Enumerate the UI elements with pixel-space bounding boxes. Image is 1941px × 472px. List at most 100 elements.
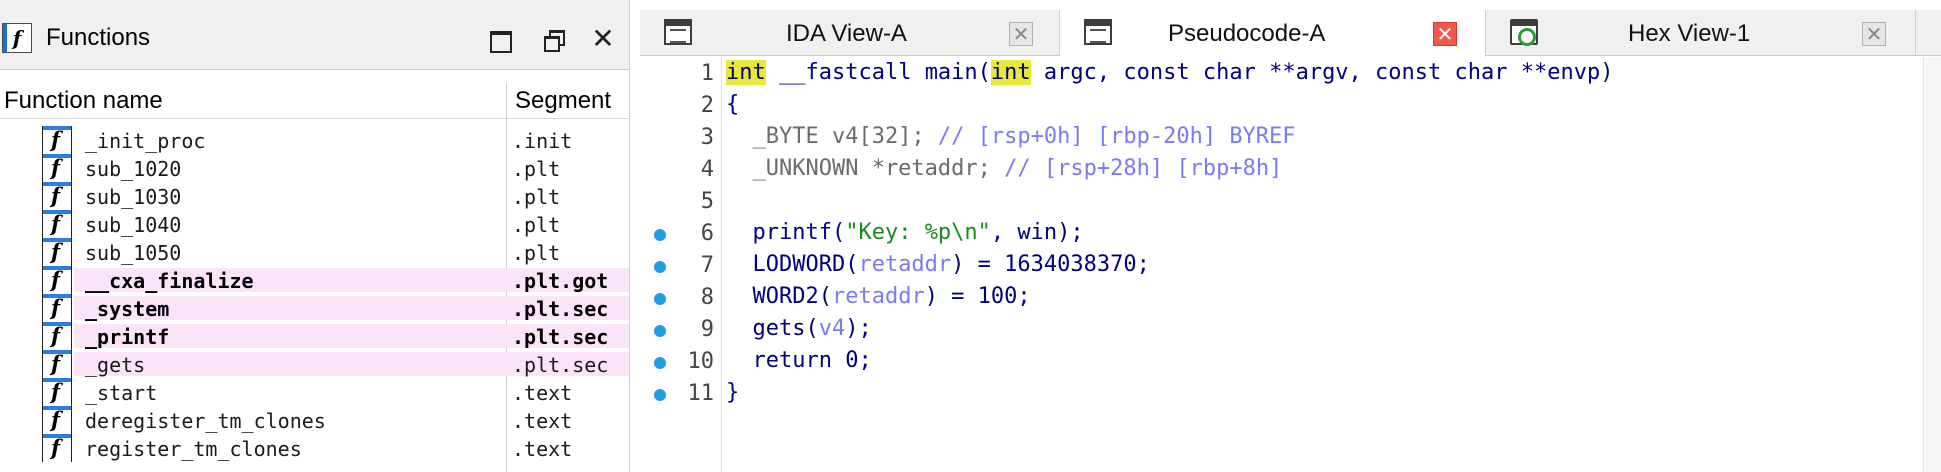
gutter-row[interactable]: 2 <box>640 89 722 121</box>
tab-pseudocode-a[interactable]: Pseudocode-A ✕ <box>1060 10 1486 57</box>
breakpoint-dot-icon[interactable] <box>654 229 666 241</box>
code-token: // [rsp+0h] [rbp-20h] BYREF <box>937 124 1296 149</box>
column-header-function-name[interactable]: Function name <box>4 87 163 115</box>
code-line[interactable]: WORD2(retaddr) = 100; <box>726 281 1030 313</box>
code-token: gets( <box>726 316 819 341</box>
ida-view-icon <box>664 19 692 45</box>
gutter-row[interactable]: 8 <box>640 281 722 313</box>
function-row[interactable]: f sub_1040 .plt <box>0 210 629 238</box>
code-token: ); <box>845 316 872 341</box>
function-name: __cxa_finalize <box>85 269 254 293</box>
function-segment: .plt.got <box>512 269 609 293</box>
function-row[interactable]: f sub_1050 .plt <box>0 238 629 266</box>
function-name: _start <box>85 381 158 405</box>
tab-ida-view-a[interactable]: IDA View-A ✕ <box>640 10 1060 56</box>
code-token: return 0; <box>726 348 872 373</box>
breakpoint-dot-icon[interactable] <box>654 389 666 401</box>
code-token: v4 <box>818 316 846 341</box>
code-token: _BYTE v4[32]; <box>726 124 938 149</box>
code-line[interactable]: printf("Key: %p\n", win); <box>726 217 1084 249</box>
code-line[interactable]: int __fastcall main(int argc, const char… <box>726 57 1613 89</box>
function-name: _init_proc <box>85 129 206 153</box>
function-row[interactable]: f _gets .plt.sec <box>0 350 629 378</box>
function-icon: f <box>42 182 72 210</box>
function-name: sub_1030 <box>85 185 182 209</box>
function-icon: f <box>42 350 72 378</box>
breakpoint-dot-icon[interactable] <box>654 357 666 369</box>
tab-hex-view-1[interactable]: Hex View-1 ✕ <box>1486 10 1916 56</box>
gutter-row[interactable]: 6 <box>640 217 722 249</box>
gutter-row[interactable]: 10 <box>640 345 722 377</box>
code-token: WORD2( <box>726 284 832 309</box>
code-line[interactable]: } <box>726 377 739 409</box>
code-line[interactable]: return 0; <box>726 345 872 377</box>
gutter-row[interactable]: 4 <box>640 153 722 185</box>
function-row[interactable]: f __cxa_finalize .plt.got <box>0 266 629 294</box>
function-icon: f <box>42 238 72 266</box>
function-segment: .init <box>512 129 573 153</box>
gutter-row[interactable]: 9 <box>640 313 722 345</box>
function-row[interactable]: f _system .plt.sec <box>0 294 629 322</box>
maximize-icon[interactable] <box>486 26 512 53</box>
code-token: { <box>726 92 740 117</box>
tab-close-icon[interactable]: ✕ <box>1862 22 1886 46</box>
function-icon: f <box>42 210 72 238</box>
function-row[interactable]: f sub_1030 .plt <box>0 182 629 210</box>
function-icon: f <box>42 126 72 154</box>
function-icon: f <box>42 154 72 182</box>
breakpoint-dot-icon[interactable] <box>654 261 666 273</box>
code-token: _UNKNOWN *retaddr; <box>726 156 1005 181</box>
function-row[interactable]: f _start .text <box>0 378 629 406</box>
gutter-row[interactable]: 7 <box>640 249 722 281</box>
tab-label: Hex View-1 <box>1628 20 1751 47</box>
function-row[interactable]: f sub_1020 .plt <box>0 154 629 182</box>
function-segment: .plt <box>512 213 561 237</box>
pseudocode-view[interactable]: 1 2 3 4 5 6 7 8 9 10 11 int __fastcall main(int ar… <box>640 57 1941 472</box>
line-number: 7 <box>700 253 714 278</box>
code-line[interactable]: { <box>726 89 739 121</box>
function-segment: .plt.sec <box>512 297 609 321</box>
function-row[interactable]: f register_tm_clones .text <box>0 434 629 462</box>
code-line[interactable]: _UNKNOWN *retaddr; // [rsp+28h] [rbp+8h] <box>726 153 1282 185</box>
code-token: , win); <box>990 220 1084 245</box>
function-segment: .plt.sec <box>512 325 609 349</box>
gutter-row[interactable]: 11 <box>640 377 722 409</box>
function-icon: f <box>42 434 72 462</box>
close-icon[interactable]: ✕ <box>590 25 616 53</box>
tab-close-icon[interactable]: ✕ <box>1433 22 1457 46</box>
breakpoint-dot-icon[interactable] <box>654 325 666 337</box>
function-row[interactable]: f _init_proc .init <box>0 126 629 154</box>
function-name: sub_1050 <box>85 241 182 265</box>
code-token: "Key: %p\n" <box>845 220 991 245</box>
code-line[interactable]: gets(v4); <box>726 313 872 345</box>
line-number-gutter[interactable]: 1 2 3 4 5 6 7 8 9 10 11 <box>640 57 722 472</box>
column-header-segment[interactable]: Segment <box>515 87 611 115</box>
function-name: _printf <box>85 325 170 349</box>
gutter-row[interactable]: 3 <box>640 121 722 153</box>
function-icon: f <box>42 406 72 434</box>
highlighted-keyword: int <box>990 60 1031 85</box>
functions-list: f _init_proc .init f sub_1020 .plt f sub_1030 .p… <box>0 126 629 462</box>
tab-close-icon[interactable]: ✕ <box>1009 22 1033 46</box>
vertical-scrollbar[interactable] <box>1923 57 1941 472</box>
function-segment: .text <box>512 381 573 405</box>
functions-icon: f <box>2 23 32 53</box>
code-line[interactable]: _BYTE v4[32]; // [rsp+0h] [rbp-20h] BYRE… <box>726 121 1296 153</box>
code-line[interactable]: LODWORD(retaddr) = 1634038370; <box>726 249 1149 281</box>
line-number: 4 <box>700 157 714 182</box>
function-segment: .plt <box>512 241 561 265</box>
code-token: retaddr <box>858 252 952 277</box>
function-row[interactable]: f _printf .plt.sec <box>0 322 629 350</box>
gutter-row[interactable]: 1 <box>640 57 722 89</box>
function-name: _system <box>85 297 170 321</box>
functions-titlebar[interactable]: f Functions ✕ <box>0 0 629 70</box>
code-token: } <box>726 380 740 405</box>
line-number: 10 <box>687 349 715 374</box>
line-number: 3 <box>700 125 714 150</box>
gutter-row[interactable]: 5 <box>640 185 722 217</box>
highlighted-keyword: int <box>726 60 766 85</box>
function-row[interactable]: f deregister_tm_clones .text <box>0 406 629 434</box>
float-window-icon[interactable] <box>540 26 566 52</box>
breakpoint-dot-icon[interactable] <box>654 293 666 305</box>
line-number: 1 <box>700 61 714 86</box>
